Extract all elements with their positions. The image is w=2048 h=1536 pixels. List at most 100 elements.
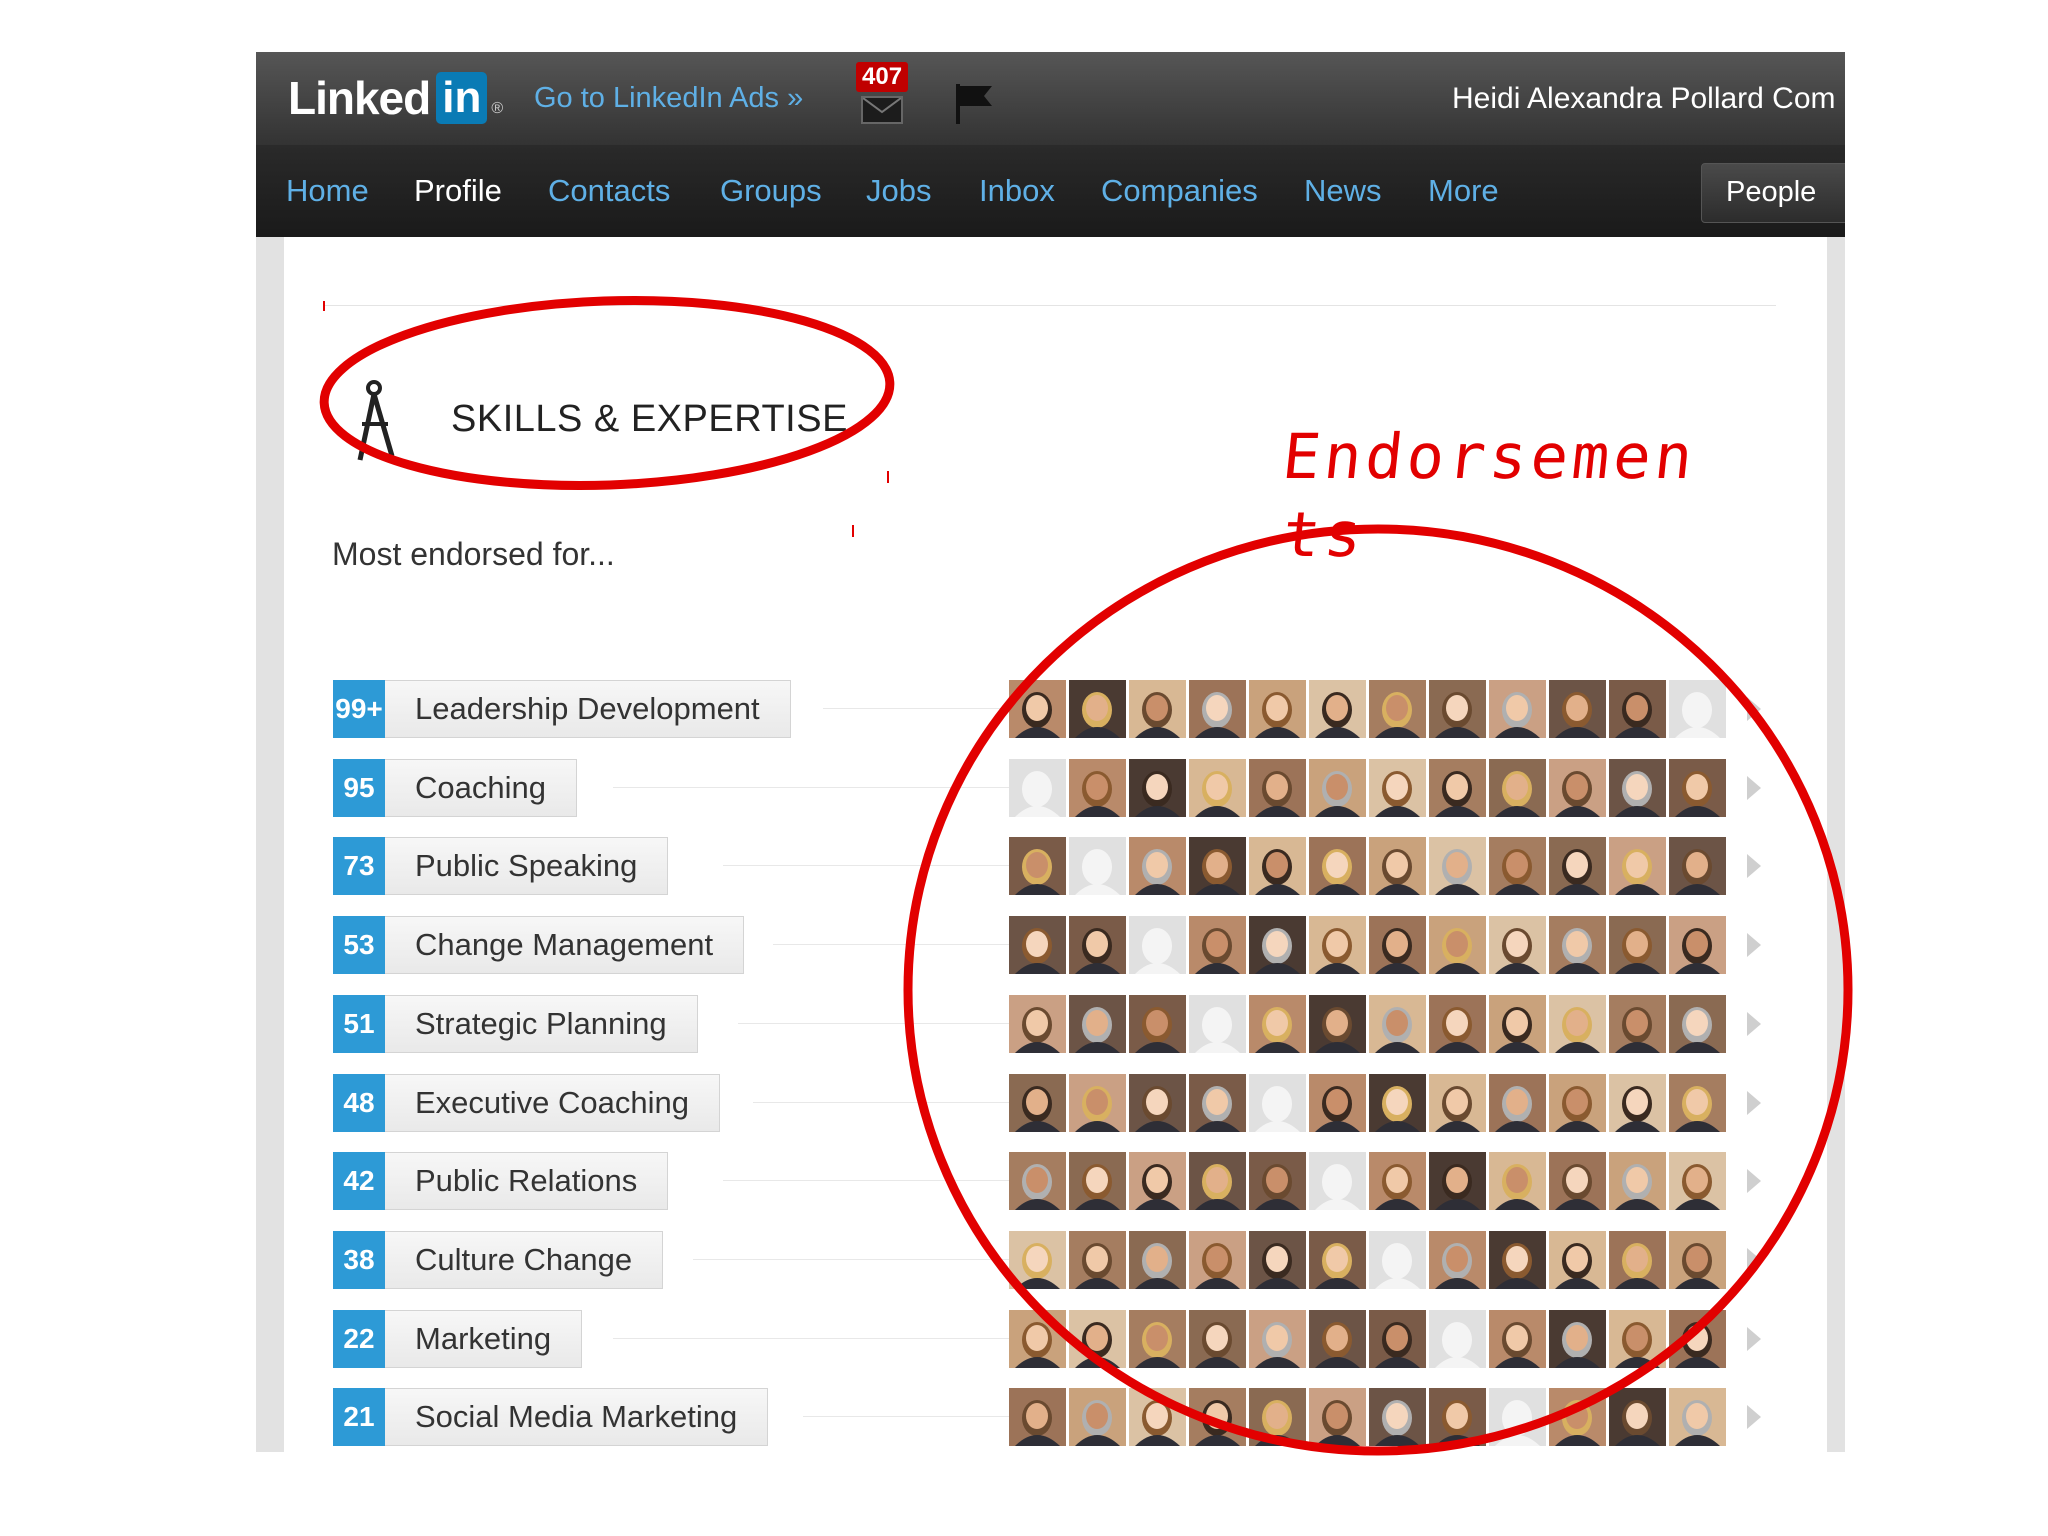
endorser-avatar[interactable] <box>1429 1388 1486 1446</box>
row-expand-arrow-icon[interactable] <box>1747 1169 1761 1193</box>
endorser-avatar[interactable] <box>1309 837 1366 895</box>
endorser-avatar[interactable] <box>1069 1388 1126 1446</box>
endorser-avatar[interactable] <box>1429 916 1486 974</box>
endorser-avatar[interactable] <box>1609 759 1666 817</box>
row-expand-arrow-icon[interactable] <box>1747 854 1761 878</box>
endorser-avatar[interactable] <box>1009 1231 1066 1289</box>
endorser-avatar[interactable] <box>1189 1388 1246 1446</box>
row-expand-arrow-icon[interactable] <box>1747 1091 1761 1115</box>
endorser-avatar[interactable] <box>1669 995 1726 1053</box>
endorser-avatar[interactable] <box>1609 1231 1666 1289</box>
endorser-avatar[interactable] <box>1069 1310 1126 1368</box>
row-expand-arrow-icon[interactable] <box>1747 697 1761 721</box>
skill-name-pill[interactable]: Public Relations <box>385 1152 669 1210</box>
nav-news[interactable]: News <box>1304 173 1382 209</box>
row-expand-arrow-icon[interactable] <box>1747 776 1761 800</box>
skill-name-pill[interactable]: Executive Coaching <box>385 1074 720 1132</box>
row-expand-arrow-icon[interactable] <box>1747 1405 1761 1429</box>
endorser-avatar[interactable] <box>1489 995 1546 1053</box>
endorser-avatar[interactable] <box>1429 680 1486 738</box>
endorser-avatar[interactable] <box>1129 759 1186 817</box>
skill-name-pill[interactable]: Culture Change <box>385 1231 664 1289</box>
endorsement-count-badge[interactable]: 48 <box>333 1074 385 1132</box>
endorser-avatar[interactable] <box>1549 1152 1606 1210</box>
nav-contacts[interactable]: Contacts <box>548 173 670 209</box>
endorser-avatar[interactable] <box>1129 1388 1186 1446</box>
endorser-avatar[interactable] <box>1369 1310 1426 1368</box>
endorser-avatar[interactable] <box>1069 995 1126 1053</box>
endorser-avatar[interactable] <box>1009 1388 1066 1446</box>
endorser-avatar[interactable] <box>1489 1152 1546 1210</box>
endorser-avatar[interactable] <box>1189 1231 1246 1289</box>
endorser-avatar[interactable] <box>1669 1310 1726 1368</box>
endorsement-count-badge[interactable]: 38 <box>333 1231 385 1289</box>
endorser-avatar[interactable] <box>1549 837 1606 895</box>
flag-icon[interactable] <box>954 82 994 126</box>
endorser-avatar[interactable] <box>1189 995 1246 1053</box>
row-expand-arrow-icon[interactable] <box>1747 1248 1761 1272</box>
endorser-avatar[interactable] <box>1309 1310 1366 1368</box>
endorser-avatar[interactable] <box>1009 1152 1066 1210</box>
endorsement-count-badge[interactable]: 53 <box>333 916 385 974</box>
endorser-avatar[interactable] <box>1309 1388 1366 1446</box>
endorser-avatar[interactable] <box>1309 916 1366 974</box>
endorser-avatar[interactable] <box>1249 680 1306 738</box>
endorser-avatar[interactable] <box>1549 1388 1606 1446</box>
endorser-avatar[interactable] <box>1489 680 1546 738</box>
endorser-avatar[interactable] <box>1369 995 1426 1053</box>
endorser-avatar[interactable] <box>1429 1074 1486 1132</box>
endorser-avatar[interactable] <box>1669 1231 1726 1289</box>
endorser-avatar[interactable] <box>1069 680 1126 738</box>
endorsement-count-badge[interactable]: 22 <box>333 1310 385 1368</box>
endorser-avatar[interactable] <box>1549 1231 1606 1289</box>
row-expand-arrow-icon[interactable] <box>1747 1012 1761 1036</box>
endorser-avatar[interactable] <box>1549 1310 1606 1368</box>
endorser-avatar[interactable] <box>1189 759 1246 817</box>
endorser-avatar[interactable] <box>1609 995 1666 1053</box>
skill-name-pill[interactable]: Social Media Marketing <box>385 1388 769 1446</box>
search-scope-dropdown[interactable]: People ▼ <box>1701 163 1845 223</box>
endorser-avatar[interactable] <box>1669 916 1726 974</box>
skill-name-pill[interactable]: Strategic Planning <box>385 995 698 1053</box>
endorser-avatar[interactable] <box>1429 995 1486 1053</box>
endorser-avatar[interactable] <box>1489 916 1546 974</box>
endorser-avatar[interactable] <box>1369 1388 1426 1446</box>
endorser-avatar[interactable] <box>1309 759 1366 817</box>
endorser-avatar[interactable] <box>1129 916 1186 974</box>
nav-home[interactable]: Home <box>286 173 369 209</box>
endorser-avatar[interactable] <box>1249 995 1306 1053</box>
endorser-avatar[interactable] <box>1369 759 1426 817</box>
endorser-avatar[interactable] <box>1249 1231 1306 1289</box>
endorser-avatar[interactable] <box>1609 1074 1666 1132</box>
endorser-avatar[interactable] <box>1669 1152 1726 1210</box>
endorser-avatar[interactable] <box>1549 759 1606 817</box>
endorser-avatar[interactable] <box>1069 1152 1126 1210</box>
endorser-avatar[interactable] <box>1009 759 1066 817</box>
endorsement-count-badge[interactable]: 21 <box>333 1388 385 1446</box>
endorser-avatar[interactable] <box>1069 1074 1126 1132</box>
endorsement-count-badge[interactable]: 95 <box>333 759 385 817</box>
endorser-avatar[interactable] <box>1429 837 1486 895</box>
endorser-avatar[interactable] <box>1009 680 1066 738</box>
endorser-avatar[interactable] <box>1249 1310 1306 1368</box>
endorser-avatar[interactable] <box>1189 680 1246 738</box>
endorsement-count-badge[interactable]: 73 <box>333 837 385 895</box>
endorser-avatar[interactable] <box>1129 837 1186 895</box>
skill-name-pill[interactable]: Change Management <box>385 916 745 974</box>
endorser-avatar[interactable] <box>1129 995 1186 1053</box>
endorsement-count-badge[interactable]: 42 <box>333 1152 385 1210</box>
endorser-avatar[interactable] <box>1669 759 1726 817</box>
skill-name-pill[interactable]: Marketing <box>385 1310 583 1368</box>
nav-companies[interactable]: Companies <box>1101 173 1258 209</box>
endorser-avatar[interactable] <box>1129 680 1186 738</box>
endorser-avatar[interactable] <box>1009 837 1066 895</box>
endorser-avatar[interactable] <box>1369 1231 1426 1289</box>
endorser-avatar[interactable] <box>1249 916 1306 974</box>
endorser-avatar[interactable] <box>1249 837 1306 895</box>
endorser-avatar[interactable] <box>1249 759 1306 817</box>
endorser-avatar[interactable] <box>1429 1310 1486 1368</box>
user-name-menu[interactable]: Heidi Alexandra Pollard Com <box>1452 82 1836 116</box>
endorser-avatar[interactable] <box>1309 1231 1366 1289</box>
endorser-avatar[interactable] <box>1609 1310 1666 1368</box>
endorser-avatar[interactable] <box>1249 1388 1306 1446</box>
